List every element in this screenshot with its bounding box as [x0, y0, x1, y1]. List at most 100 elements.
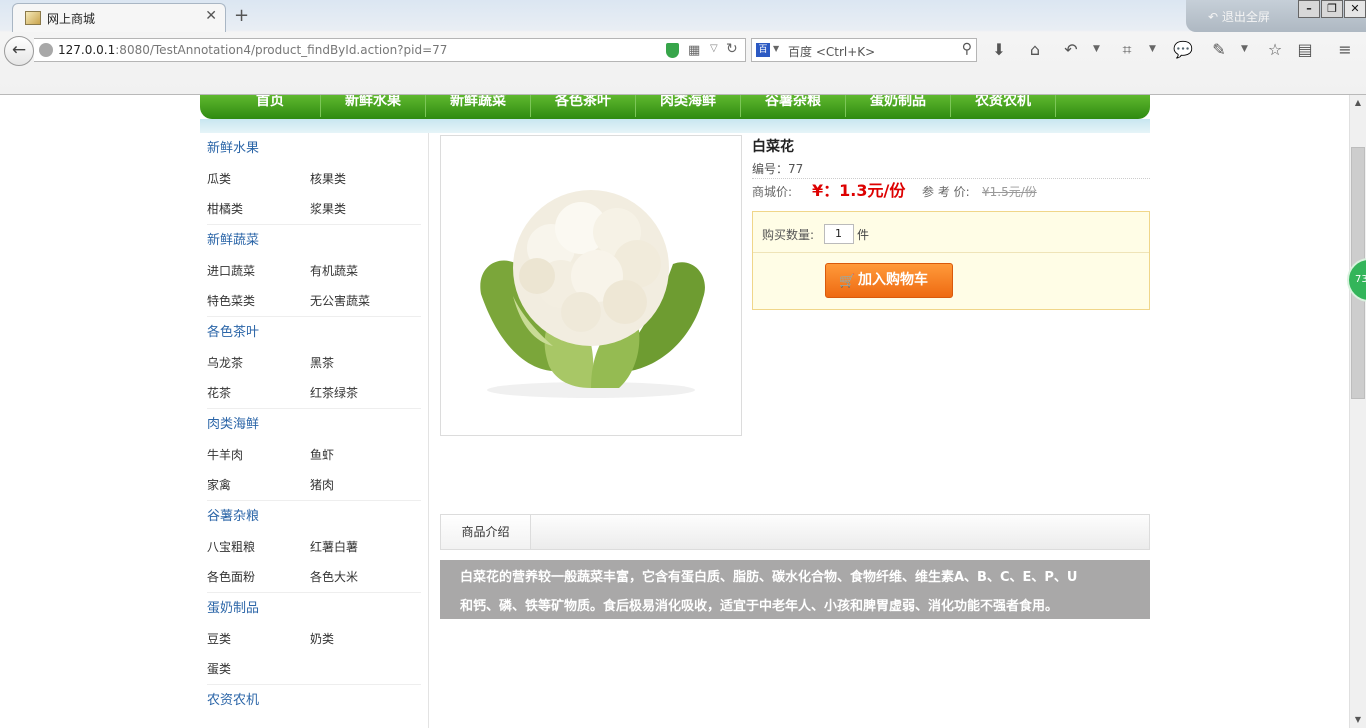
url-text[interactable]: 127.0.0.1:8080/TestAnnotation4/product_f… — [58, 43, 447, 57]
subcategory-link[interactable]: 猪肉 — [310, 470, 413, 500]
page-content: 首页 新鲜水果 新鲜蔬菜 各色茶叶 肉类海鲜 谷薯杂粮 蛋奶制品 农资农机 新鲜… — [0, 95, 1349, 728]
subcategory-link[interactable]: 有机蔬菜 — [310, 256, 413, 286]
engine-dropdown-icon[interactable]: ▼ — [773, 44, 779, 53]
menu-item-agri[interactable]: 农资农机 — [960, 95, 1046, 112]
url-bar[interactable]: 127.0.0.1:8080/TestAnnotation4/product_f… — [34, 38, 746, 62]
scroll-up-icon[interactable]: ▲ — [1350, 95, 1366, 111]
add-to-cart-button[interactable]: 🛒 加入购物车 — [825, 263, 953, 298]
subcategory-link[interactable]: 红茶绿茶 — [310, 378, 413, 408]
add-to-cart-label: 加入购物车 — [858, 272, 928, 288]
subcategory-link[interactable]: 鱼虾 — [310, 440, 413, 470]
subcategory-link[interactable]: 特色菜类 — [207, 286, 310, 316]
menu-item-tea[interactable]: 各色茶叶 — [540, 95, 626, 112]
menu-item-fruit[interactable]: 新鲜水果 — [330, 95, 416, 112]
subcategory-link[interactable]: 黑茶 — [310, 348, 413, 378]
browser-chrome: 网上商城 ✕ + ↶ 退出全屏 – ❐ ✕ ← 127.0.0.1:8080/T… — [0, 0, 1366, 95]
undo-dropdown-icon[interactable]: ▼ — [1093, 44, 1100, 54]
menu-divider — [530, 95, 531, 117]
home-icon[interactable]: ⌂ — [1025, 40, 1045, 59]
favicon-icon — [25, 11, 41, 25]
close-window-icon[interactable]: ✕ — [1344, 0, 1366, 18]
subcategory-link[interactable]: 核果类 — [310, 164, 413, 194]
subcategory-link[interactable]: 家禽 — [207, 470, 310, 500]
menu-divider — [1055, 95, 1056, 117]
category-group: 农资农机 — [200, 685, 428, 716]
dropdown-icon[interactable]: ▽ — [710, 43, 718, 54]
tab-product-intro[interactable]: 商品介绍 — [441, 515, 531, 549]
page-scrollbar[interactable]: ▲ ▼ — [1349, 95, 1366, 728]
back-button[interactable]: ← — [4, 36, 34, 66]
product-name: 白菜花 — [752, 139, 794, 155]
ref-price: ¥1.5元/份 — [982, 185, 1037, 199]
subcategory-link[interactable]: 进口蔬菜 — [207, 256, 310, 286]
undo-icon[interactable]: ↶ — [1061, 40, 1081, 59]
menu-bar-shadow — [200, 119, 1150, 133]
browser-tab[interactable]: 网上商城 ✕ — [12, 3, 226, 32]
crop-dropdown-icon[interactable]: ▼ — [1149, 44, 1156, 54]
window-controls: – ❐ ✕ — [1297, 0, 1366, 18]
reader-icon[interactable]: ▤ — [1295, 40, 1315, 59]
tools-dropdown-icon[interactable]: ▼ — [1241, 44, 1248, 54]
category-group: 新鲜蔬菜 进口蔬菜 有机蔬菜 特色菜类 无公害蔬菜 — [200, 225, 428, 317]
menu-item-grains[interactable]: 谷薯杂粮 — [750, 95, 836, 112]
search-bar[interactable]: 百 ▼ 百度 <Ctrl+K> ⚲ — [751, 38, 977, 62]
minimize-icon[interactable]: – — [1298, 0, 1320, 18]
category-sidebar: 新鲜水果 瓜类 核果类 柑橘类 浆果类 新鲜蔬菜 进口蔬菜 有机蔬菜 特色菜类 … — [200, 133, 429, 728]
menu-item-dairy[interactable]: 蛋奶制品 — [855, 95, 941, 112]
subcategory-link[interactable]: 瓜类 — [207, 164, 310, 194]
category-group: 谷薯杂粮 八宝粗粮 红薯白薯 各色面粉 各色大米 — [200, 501, 428, 593]
menu-divider — [845, 95, 846, 117]
subcategory-link[interactable]: 八宝粗粮 — [207, 532, 310, 562]
crop-icon[interactable]: ⌗ — [1117, 40, 1137, 60]
baidu-icon[interactable]: 百 — [756, 43, 770, 57]
scroll-down-icon[interactable]: ▼ — [1350, 712, 1366, 728]
menu-divider — [635, 95, 636, 117]
category-title[interactable]: 肉类海鲜 — [207, 409, 421, 440]
product-description: 白菜花的营养较一般蔬菜丰富，它含有蛋白质、脂肪、碳水化合物、食物纤维、维生素A、… — [440, 560, 1150, 619]
subcategory-link[interactable]: 奶类 — [310, 624, 413, 654]
download-icon[interactable]: ⬇ — [989, 40, 1009, 59]
new-tab-button[interactable]: + — [234, 5, 249, 26]
category-title[interactable]: 农资农机 — [207, 685, 421, 716]
subcategory-link[interactable]: 各色面粉 — [207, 562, 310, 592]
menu-icon[interactable]: ≡ — [1335, 40, 1355, 59]
subcategory-link[interactable]: 牛羊肉 — [207, 440, 310, 470]
search-input[interactable]: 百度 <Ctrl+K> — [788, 43, 875, 60]
product-info: 白菜花 编号：77 商城价: ¥：1.3元/份 参 考 价: ¥1.5元/份 购… — [752, 135, 1150, 310]
subcategory-link[interactable]: 无公害蔬菜 — [310, 286, 413, 316]
subcategory-link[interactable]: 红薯白薯 — [310, 532, 413, 562]
menu-item-vegetables[interactable]: 新鲜蔬菜 — [435, 95, 521, 112]
product-image — [440, 135, 742, 436]
price-label: 商城价: — [752, 185, 793, 199]
quantity-input[interactable]: 1 — [824, 224, 854, 244]
tools-icon[interactable]: ✎ — [1209, 40, 1229, 59]
category-title[interactable]: 谷薯杂粮 — [207, 501, 421, 532]
shield-icon[interactable] — [666, 43, 679, 58]
menu-divider — [950, 95, 951, 117]
qr-code-icon[interactable]: ▦ — [688, 43, 700, 58]
subcategory-link[interactable]: 乌龙茶 — [207, 348, 310, 378]
restore-icon[interactable]: ❐ — [1321, 0, 1343, 18]
menu-item-meat[interactable]: 肉类海鲜 — [645, 95, 731, 112]
category-title[interactable]: 蛋奶制品 — [207, 593, 421, 624]
subcategory-link[interactable]: 豆类 — [207, 624, 310, 654]
subcategory-link[interactable]: 各色大米 — [310, 562, 413, 592]
category-title[interactable]: 新鲜蔬菜 — [207, 225, 421, 256]
price-row: 商城价: ¥：1.3元/份 参 考 价: ¥1.5元/份 — [752, 179, 1150, 205]
subcategory-link[interactable]: 花茶 — [207, 378, 310, 408]
menu-item-home[interactable]: 首页 — [240, 95, 300, 112]
chat-icon[interactable]: 💬 — [1173, 40, 1193, 59]
subcategory-link[interactable]: 浆果类 — [310, 194, 413, 224]
close-tab-icon[interactable]: ✕ — [205, 8, 217, 24]
category-title[interactable]: 各色茶叶 — [207, 317, 421, 348]
subcategory-link[interactable]: 柑橘类 — [207, 194, 310, 224]
reload-icon[interactable]: ↻ — [726, 41, 738, 57]
bookmark-star-icon[interactable]: ☆ — [1265, 40, 1285, 59]
quantity-row: 购买数量: 1 件 — [753, 212, 1149, 253]
search-icon[interactable]: ⚲ — [962, 41, 972, 57]
exit-fullscreen-button[interactable]: ↶ 退出全屏 — [1208, 8, 1270, 25]
product-sn: 编号：77 — [752, 159, 1150, 179]
subcategory-link[interactable]: 蛋类 — [207, 654, 310, 684]
menu-divider — [740, 95, 741, 117]
category-title[interactable]: 新鲜水果 — [207, 133, 421, 164]
